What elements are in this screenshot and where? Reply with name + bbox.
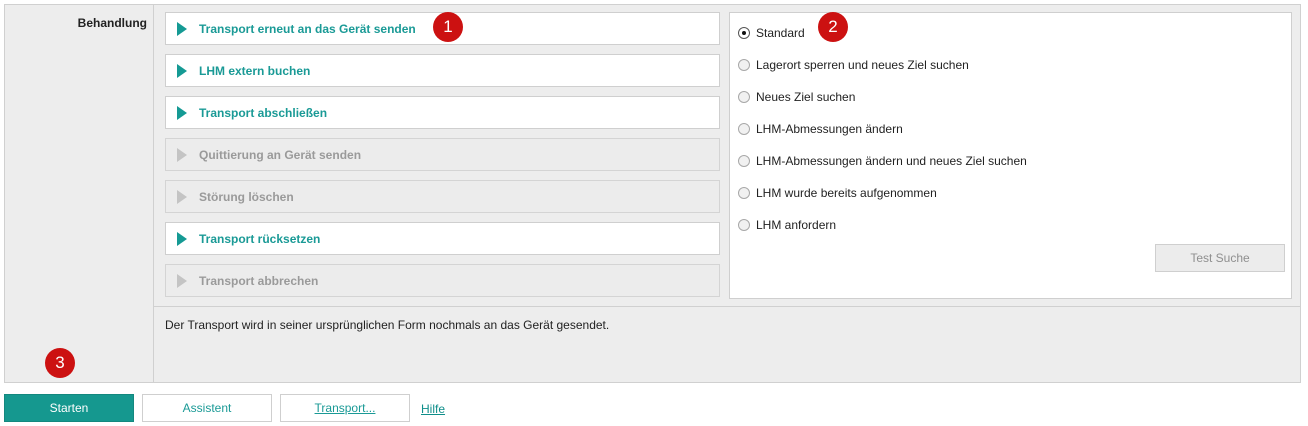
option-new-target[interactable]: Neues Ziel suchen: [738, 90, 855, 104]
play-icon: [177, 147, 187, 162]
transport-button[interactable]: Transport...: [280, 394, 410, 422]
section-label: Behandlung: [77, 16, 147, 30]
play-icon: [177, 231, 187, 246]
description-text: Der Transport wird in seiner ursprünglic…: [165, 318, 610, 332]
callout-badge-1: 1: [433, 12, 463, 42]
option-label: LHM-Abmessungen ändern und neues Ziel su…: [756, 154, 1027, 168]
assistant-button[interactable]: Assistent: [142, 394, 272, 422]
action-label: LHM extern buchen: [199, 63, 311, 78]
play-icon: [177, 273, 187, 288]
radio-icon[interactable]: [738, 187, 750, 199]
transport-button-label: Transport...: [314, 401, 376, 415]
radio-icon[interactable]: [738, 219, 750, 231]
action-send-acknowledgement: Quittierung an Gerät senden: [165, 138, 720, 171]
option-change-dimensions[interactable]: LHM-Abmessungen ändern: [738, 122, 903, 136]
option-lock-location-new-target[interactable]: Lagerort sperren und neues Ziel suchen: [738, 58, 969, 72]
callout-badge-3: 3: [45, 348, 75, 378]
test-search-button: Test Suche: [1155, 244, 1285, 272]
radio-icon[interactable]: [738, 123, 750, 135]
label-column: Behandlung: [5, 5, 154, 382]
action-label: Transport abschließen: [199, 105, 328, 120]
option-standard[interactable]: Standard: [738, 26, 805, 40]
radio-checked-icon[interactable]: [738, 27, 750, 39]
options-panel: Standard Lagerort sperren und neues Ziel…: [729, 12, 1292, 299]
radio-icon[interactable]: [738, 91, 750, 103]
start-button[interactable]: Starten: [4, 394, 134, 422]
action-label: Quittierung an Gerät senden: [199, 147, 362, 162]
action-label: Störung löschen: [199, 189, 294, 204]
callout-badge-2: 2: [818, 12, 848, 42]
action-book-lhm-external[interactable]: LHM extern buchen: [165, 54, 720, 87]
action-complete-transport[interactable]: Transport abschließen: [165, 96, 720, 129]
action-reset-transport[interactable]: Transport rücksetzen: [165, 222, 720, 255]
action-label: Transport rücksetzen: [199, 231, 321, 246]
option-label: Neues Ziel suchen: [756, 90, 856, 104]
play-icon: [177, 189, 187, 204]
option-change-dimensions-new-target[interactable]: LHM-Abmessungen ändern und neues Ziel su…: [738, 154, 1027, 168]
option-label: LHM wurde bereits aufgenommen: [756, 186, 937, 200]
action-clear-fault: Störung löschen: [165, 180, 720, 213]
radio-icon[interactable]: [738, 59, 750, 71]
treatment-panel: Behandlung Transport erneut an das Gerät…: [4, 4, 1301, 383]
option-already-picked-up[interactable]: LHM wurde bereits aufgenommen: [738, 186, 937, 200]
help-link[interactable]: Hilfe: [421, 402, 445, 416]
option-label: LHM anfordern: [756, 218, 837, 232]
option-label: Lagerort sperren und neues Ziel suchen: [756, 58, 969, 72]
action-label: Transport abbrechen: [199, 273, 319, 288]
option-label: Standard: [756, 26, 805, 40]
option-request-lhm[interactable]: LHM anfordern: [738, 218, 836, 232]
description-area: Der Transport wird in seiner ursprünglic…: [154, 306, 1300, 382]
play-icon: [177, 21, 187, 36]
radio-icon[interactable]: [738, 155, 750, 167]
option-label: LHM-Abmessungen ändern: [756, 122, 903, 136]
action-cancel-transport: Transport abbrechen: [165, 264, 720, 297]
play-icon: [177, 105, 187, 120]
play-icon: [177, 63, 187, 78]
action-label: Transport erneut an das Gerät senden: [199, 21, 416, 36]
